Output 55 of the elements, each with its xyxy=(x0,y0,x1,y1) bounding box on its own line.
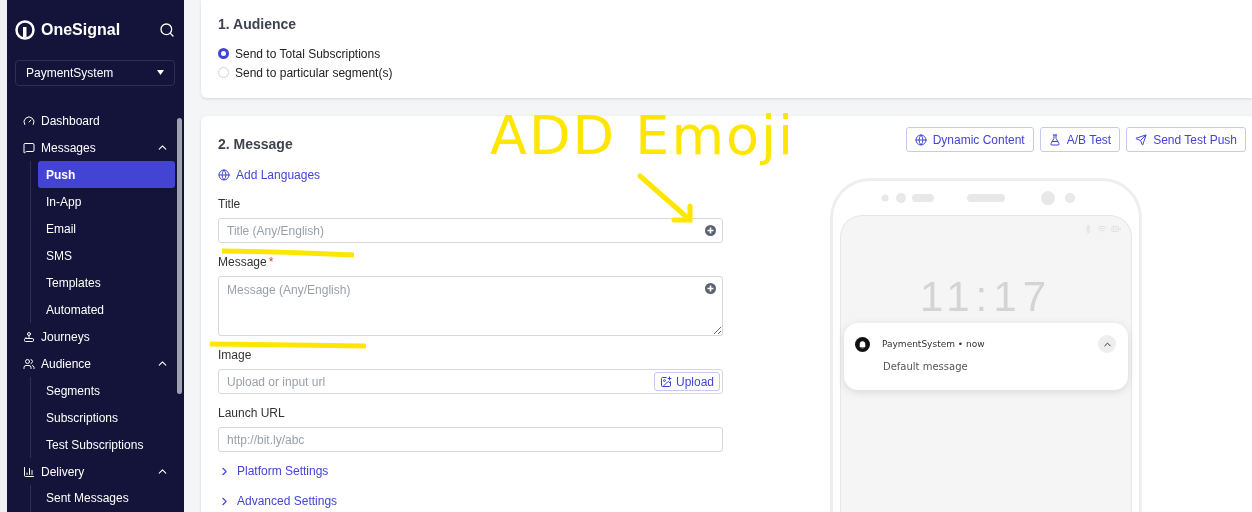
nav-subitem[interactable]: In-App xyxy=(38,188,175,216)
field-label: Title xyxy=(218,197,241,213)
image-icon xyxy=(659,375,672,388)
settings-toggle[interactable]: Advanced Settings xyxy=(218,493,338,509)
nav-subitem[interactable]: Segments xyxy=(38,377,175,405)
joystick-icon xyxy=(23,330,35,343)
scrollbar[interactable] xyxy=(177,118,182,394)
globe-icon xyxy=(218,169,230,181)
brand-name: OneSignal xyxy=(41,20,122,39)
radio-option[interactable]: Send to Total Subscriptions xyxy=(218,44,1235,63)
annotation-text: ADD Emoji xyxy=(490,104,796,167)
action-button[interactable]: Send Test Push xyxy=(1126,127,1246,152)
add-emoji-icon[interactable] xyxy=(705,225,716,236)
notification-body: Default message xyxy=(883,361,969,372)
flask-icon xyxy=(1048,133,1061,146)
field-label: Launch URL xyxy=(218,406,285,422)
add-emoji-icon[interactable] xyxy=(705,283,716,294)
dropdown-icon xyxy=(157,70,164,76)
nav-item[interactable]: Messages xyxy=(15,134,175,162)
text-field[interactable]: Title (Any/English) xyxy=(218,218,723,243)
nav-subitem[interactable]: Push xyxy=(38,161,175,189)
field-label: Message * xyxy=(218,255,274,271)
action-button[interactable]: A/B Test xyxy=(1039,127,1121,152)
text-field[interactable]: http://bit.ly/abc xyxy=(218,427,723,452)
section-title: 1. Audience xyxy=(218,16,298,32)
nav-item[interactable]: Audience xyxy=(15,350,175,378)
nav-item[interactable]: Journeys xyxy=(15,323,175,351)
nav-subitem[interactable]: Email xyxy=(38,215,175,243)
nav-subitem[interactable]: Automated xyxy=(38,296,175,324)
add-languages-link[interactable]: Add Languages xyxy=(218,167,321,183)
globe-icon xyxy=(914,133,927,146)
radio-option[interactable]: Send to particular segment(s) xyxy=(218,63,1235,82)
nav-subitem[interactable]: Subscriptions xyxy=(38,404,175,432)
field-label: Image xyxy=(218,348,252,364)
action-button[interactable]: Dynamic Content xyxy=(905,127,1034,152)
nav-subitem[interactable]: Test Subscriptions xyxy=(38,431,175,459)
message-field[interactable]: Message (Any/English) xyxy=(218,276,723,336)
project-select[interactable]: PaymentSystem xyxy=(15,59,175,86)
notification-app: PaymentSystem • now xyxy=(882,339,986,349)
send-icon xyxy=(1135,133,1148,146)
people-icon xyxy=(23,357,35,370)
nav-subitem[interactable]: SMS xyxy=(38,242,175,270)
nav-subitem[interactable]: Templates xyxy=(38,269,175,297)
settings-toggle[interactable]: Platform Settings xyxy=(218,463,329,479)
nav-item[interactable]: Delivery xyxy=(15,458,175,485)
gauge-icon xyxy=(23,115,35,128)
chat-icon xyxy=(23,141,35,154)
search-icon[interactable] xyxy=(159,21,175,38)
nav-subitem[interactable]: Sent Messages xyxy=(38,485,175,512)
bar-chart-icon xyxy=(23,465,35,478)
bell-icon xyxy=(855,336,870,352)
section-title: 2. Message xyxy=(218,136,294,152)
logo-icon xyxy=(15,19,35,40)
nav-item[interactable]: Dashboard xyxy=(15,107,175,135)
upload-button[interactable]: Upload xyxy=(653,372,720,391)
